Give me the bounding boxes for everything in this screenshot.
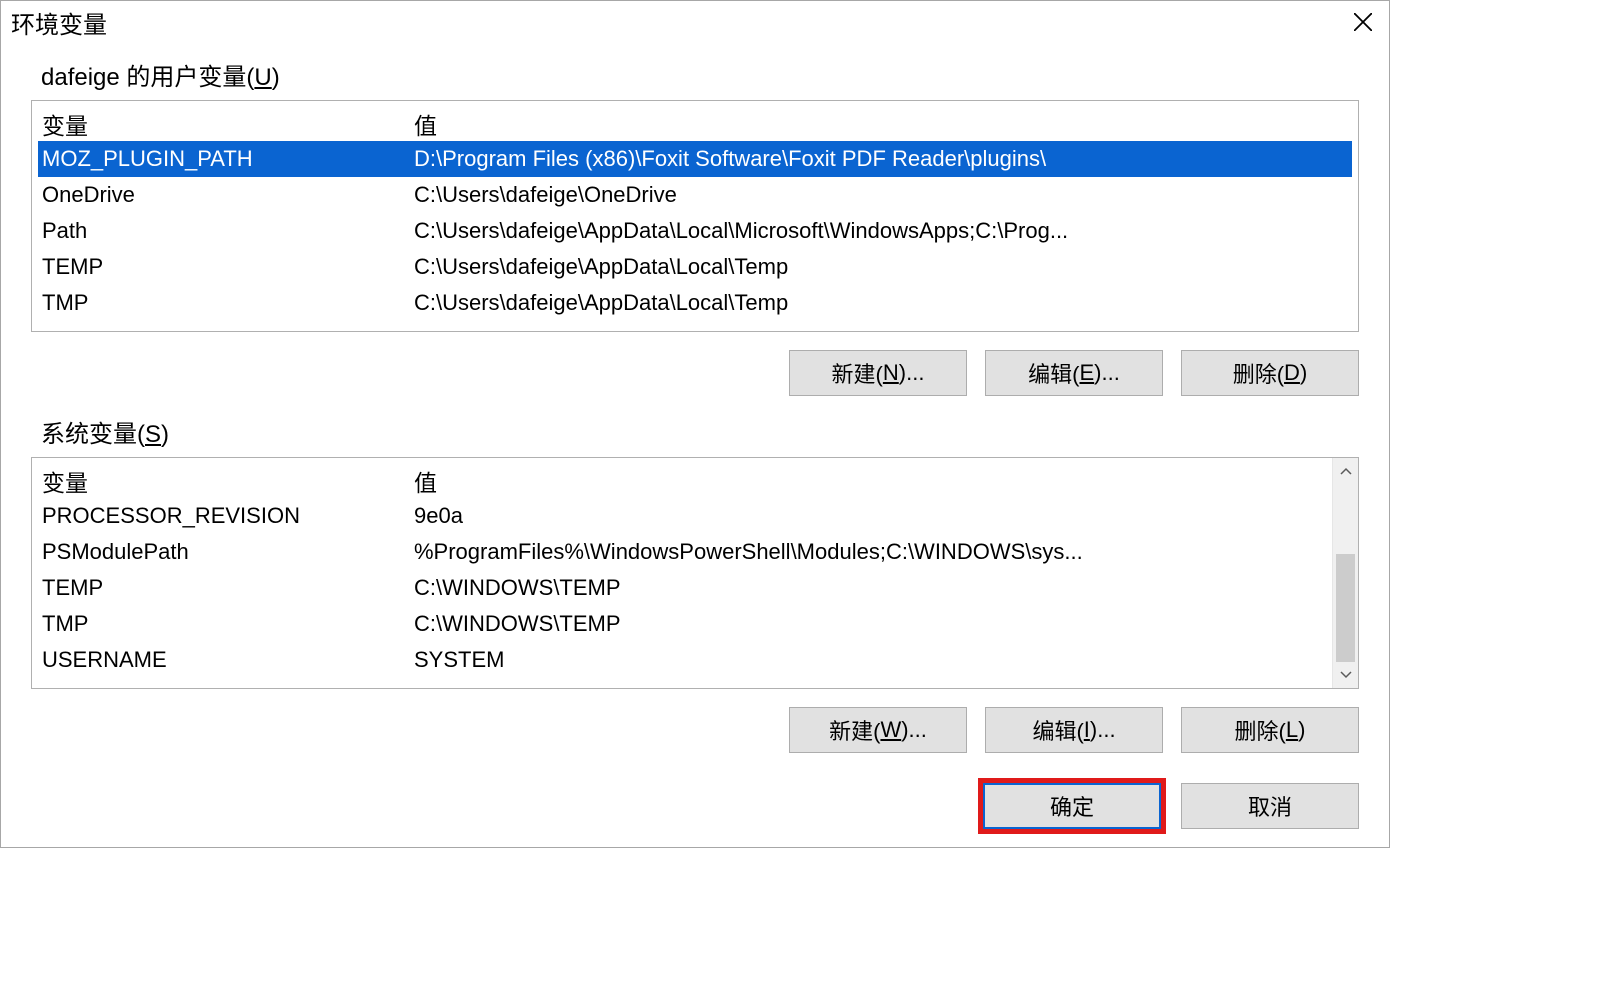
table-row[interactable]: TEMPC:\WINDOWS\TEMP — [38, 570, 1328, 606]
table-row[interactable]: MOZ_PLUGIN_PATHD:\Program Files (x86)\Fo… — [38, 141, 1352, 177]
ok-label: 确定 — [1050, 790, 1094, 822]
var-value: 9e0a — [414, 503, 1324, 529]
system-scrollbar[interactable] — [1332, 458, 1358, 688]
system-vars-hotkey: S — [145, 421, 161, 448]
system-vars-label-prefix: 系统变量( — [41, 421, 145, 448]
dialog-title: 环境变量 — [11, 5, 107, 40]
cancel-label: 取消 — [1248, 790, 1292, 822]
user-edit-suffix: )... — [1094, 360, 1120, 386]
table-row[interactable]: TEMPC:\Users\dafeige\AppData\Local\Temp — [38, 249, 1352, 285]
var-name: TMP — [42, 611, 414, 637]
system-new-button[interactable]: 新建(W)... — [789, 707, 967, 753]
user-edit-button[interactable]: 编辑(E)... — [985, 350, 1163, 396]
system-vars-label: 系统变量(S) — [41, 414, 1349, 449]
var-value: %ProgramFiles%\WindowsPowerShell\Modules… — [414, 539, 1324, 565]
var-name: TEMP — [42, 575, 414, 601]
system-delete-hotkey: L — [1286, 717, 1298, 743]
table-row[interactable]: PathC:\Users\dafeige\AppData\Local\Micro… — [38, 213, 1352, 249]
system-edit-suffix: )... — [1090, 717, 1116, 743]
system-vars-label-suffix: ) — [161, 421, 169, 448]
system-vars-header-val[interactable]: 值 — [414, 464, 1324, 498]
var-value: C:\WINDOWS\TEMP — [414, 611, 1324, 637]
var-value: C:\Users\dafeige\AppData\Local\Temp — [414, 254, 1348, 280]
dialog-footer: 确定 取消 — [31, 783, 1359, 829]
user-vars-label-suffix: ) — [272, 64, 280, 91]
user-edit-hotkey: E — [1079, 360, 1094, 386]
var-name: TEMP — [42, 254, 414, 280]
user-vars-buttons: 新建(N)... 编辑(E)... 删除(D) — [31, 350, 1359, 396]
table-row[interactable]: USERNAMESYSTEM — [38, 642, 1328, 678]
var-value: D:\Program Files (x86)\Foxit Software\Fo… — [414, 146, 1348, 172]
system-edit-prefix: 编辑( — [1032, 714, 1083, 746]
var-value: C:\Users\dafeige\AppData\Local\Temp — [414, 290, 1348, 316]
user-vars-list[interactable]: 变量 值 MOZ_PLUGIN_PATHD:\Program Files (x8… — [31, 100, 1359, 332]
user-vars-header-val[interactable]: 值 — [414, 107, 1348, 141]
dialog-body: dafeige 的用户变量(U) 变量 值 MOZ_PLUGIN_PATHD:\… — [1, 43, 1389, 847]
var-name: TMP — [42, 290, 414, 316]
user-vars-label-prefix: dafeige 的用户变量( — [41, 64, 254, 91]
system-delete-button[interactable]: 删除(L) — [1181, 707, 1359, 753]
user-vars-label: dafeige 的用户变量(U) — [41, 57, 1349, 92]
system-delete-prefix: 删除( — [1235, 714, 1286, 746]
system-edit-button[interactable]: 编辑(I)... — [985, 707, 1163, 753]
var-name: PROCESSOR_REVISION — [42, 503, 414, 529]
var-value: C:\Users\dafeige\OneDrive — [414, 182, 1348, 208]
cancel-button[interactable]: 取消 — [1181, 783, 1359, 829]
system-vars-header: 变量 值 — [38, 462, 1328, 498]
user-delete-hotkey: D — [1284, 360, 1300, 386]
system-new-suffix: )... — [901, 717, 927, 743]
titlebar: 环境变量 — [1, 1, 1389, 43]
user-delete-button[interactable]: 删除(D) — [1181, 350, 1359, 396]
system-vars-list[interactable]: 变量 值 PROCESSOR_REVISION9e0aPSModulePath%… — [31, 457, 1359, 689]
scroll-thumb[interactable] — [1336, 554, 1355, 662]
close-button[interactable] — [1337, 2, 1389, 42]
scroll-down-icon[interactable] — [1333, 662, 1358, 688]
user-new-prefix: 新建( — [832, 357, 883, 389]
var-value: C:\Users\dafeige\AppData\Local\Microsoft… — [414, 218, 1348, 244]
var-name: Path — [42, 218, 414, 244]
scroll-up-icon[interactable] — [1333, 458, 1358, 484]
user-delete-suffix: ) — [1300, 360, 1307, 386]
var-name: MOZ_PLUGIN_PATH — [42, 146, 414, 172]
user-new-button[interactable]: 新建(N)... — [789, 350, 967, 396]
table-row[interactable]: PROCESSOR_REVISION9e0a — [38, 498, 1328, 534]
table-row[interactable]: TMPC:\Users\dafeige\AppData\Local\Temp — [38, 285, 1352, 321]
table-row[interactable]: PSModulePath%ProgramFiles%\WindowsPowerS… — [38, 534, 1328, 570]
system-delete-suffix: ) — [1298, 717, 1305, 743]
user-new-hotkey: N — [883, 360, 899, 386]
environment-variables-dialog: 环境变量 dafeige 的用户变量(U) 变量 值 MOZ_PLUGIN_PA… — [0, 0, 1390, 848]
var-name: OneDrive — [42, 182, 414, 208]
system-new-hotkey: W — [880, 717, 901, 743]
user-vars-hotkey: U — [254, 64, 271, 91]
table-row[interactable]: OneDriveC:\Users\dafeige\OneDrive — [38, 177, 1352, 213]
user-edit-prefix: 编辑( — [1028, 357, 1079, 389]
table-row[interactable]: TMPC:\WINDOWS\TEMP — [38, 606, 1328, 642]
system-vars-buttons: 新建(W)... 编辑(I)... 删除(L) — [31, 707, 1359, 753]
system-vars-header-var[interactable]: 变量 — [42, 464, 414, 498]
user-vars-header: 变量 值 — [38, 105, 1352, 141]
system-new-prefix: 新建( — [829, 714, 880, 746]
var-name: USERNAME — [42, 647, 414, 673]
close-icon — [1354, 13, 1372, 31]
user-new-suffix: )... — [899, 360, 925, 386]
var-name: PSModulePath — [42, 539, 414, 565]
var-value: C:\WINDOWS\TEMP — [414, 575, 1324, 601]
user-vars-header-var[interactable]: 变量 — [42, 107, 414, 141]
var-value: SYSTEM — [414, 647, 1324, 673]
ok-button[interactable]: 确定 — [983, 783, 1161, 829]
user-delete-prefix: 删除( — [1233, 357, 1284, 389]
